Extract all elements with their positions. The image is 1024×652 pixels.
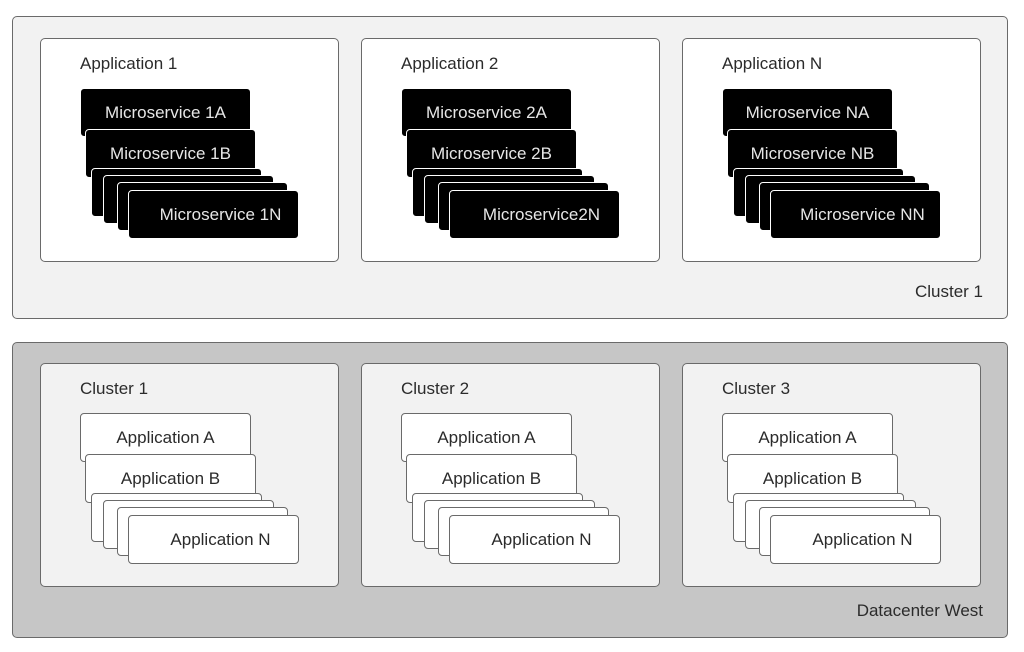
application-box: Application N Microservice NA Microservi… [682, 38, 981, 262]
microservice-card: Microservice2N [449, 190, 620, 239]
cluster-title: Cluster 3 [722, 379, 791, 398]
cluster-title: Cluster 1 [80, 379, 149, 398]
application-title: Application 1 [80, 54, 178, 73]
microservice-card: Microservice NN [770, 190, 941, 239]
cluster-box: Cluster 3 Application A Application B Ap… [682, 363, 981, 587]
datacenter-label: Datacenter West [856, 601, 983, 620]
application-title: Application 2 [401, 54, 499, 73]
application-title: Application N [722, 54, 823, 73]
cluster-label: Cluster 1 [914, 282, 983, 301]
application-box: Application 2 Microservice 2A Microservi… [361, 38, 660, 262]
cluster-title: Cluster 2 [401, 379, 470, 398]
application-box: Application 1 Microservice 1A Microservi… [40, 38, 339, 262]
application-card: Application N [449, 515, 620, 564]
microservice-card: Microservice 1N [128, 190, 299, 239]
application-card: Application N [128, 515, 299, 564]
application-card: Application N [770, 515, 941, 564]
cluster-box: Cluster 1 Application A Application B Ap… [40, 363, 339, 587]
cluster-panel: Application 1 Microservice 1A Microservi… [12, 16, 1008, 319]
cluster-box: Cluster 2 Application A Application B Ap… [361, 363, 660, 587]
datacenter-panel: Cluster 1 Application A Application B Ap… [12, 342, 1008, 638]
